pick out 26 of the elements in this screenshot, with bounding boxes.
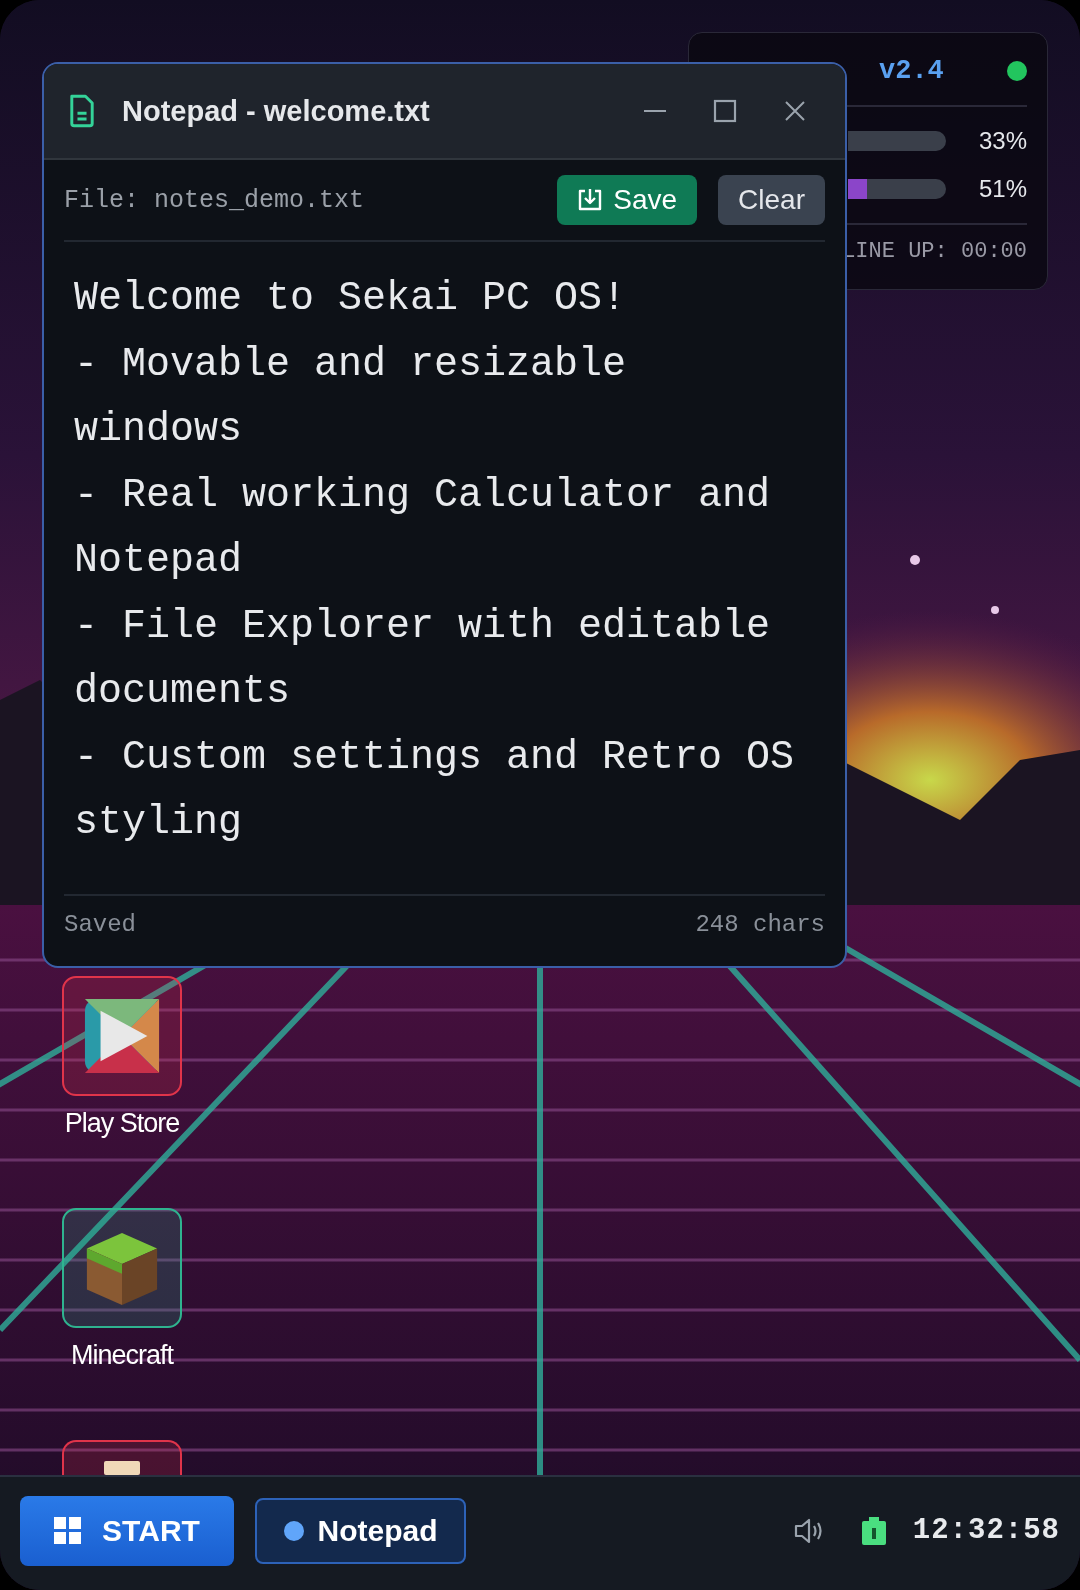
meter-reading: 51% <box>978 175 1027 203</box>
text-area[interactable]: Welcome to Sekai PC OS! - Movable and resizable windows - Real working Calculator and Notepad - File Explorer with editable documents - Custom settings and Retro OS styling <box>64 266 810 894</box>
panel-title: v2.4 <box>879 56 944 86</box>
scroll-icon <box>104 1461 140 1475</box>
start-button[interactable]: START <box>20 1495 234 1566</box>
char-count: 248 chars <box>695 910 825 938</box>
download-icon <box>577 188 604 212</box>
window-title: Notepad - welcome.txt <box>122 94 430 128</box>
file-name: File: notes_demo.txt <box>64 185 365 215</box>
save-button[interactable]: Save <box>557 175 698 225</box>
clock: 12:32:58 <box>912 1514 1060 1547</box>
app-label: Play Store <box>64 1108 180 1139</box>
close-icon[interactable] <box>783 99 807 123</box>
title-bar[interactable]: Notepad - welcome.txt <box>44 64 845 160</box>
clear-button[interactable]: Clear <box>718 175 825 225</box>
app-label: Minecraft <box>70 1340 173 1371</box>
document-icon <box>68 94 96 128</box>
maximize-icon[interactable] <box>713 99 737 123</box>
grid-icon <box>54 1516 83 1545</box>
save-status: Saved <box>64 910 136 938</box>
battery-icon[interactable] <box>860 1515 887 1546</box>
app-tile[interactable] <box>62 976 182 1096</box>
taskbar-app-button[interactable]: Notepad <box>255 1497 466 1564</box>
app-tile[interactable] <box>62 1440 182 1475</box>
app-tile[interactable] <box>62 1208 182 1328</box>
meter-reading: 33% <box>978 127 1027 155</box>
